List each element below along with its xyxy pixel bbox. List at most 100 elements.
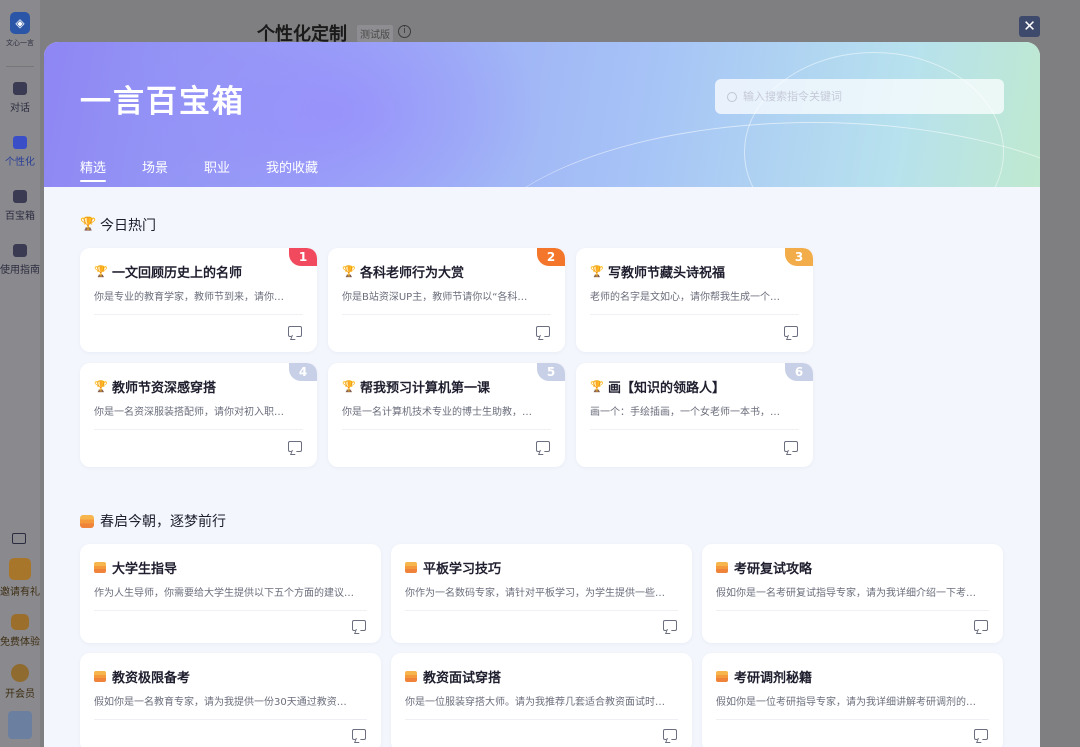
chat-icon[interactable] <box>352 729 366 740</box>
mail-icon[interactable] <box>12 533 26 544</box>
sidebar-item-label: 对话 <box>10 103 30 114</box>
stack-icon <box>405 562 417 573</box>
sidebar-promo-trial[interactable]: 免费体验 <box>0 614 40 648</box>
card-description: 老师的名字是文如心，请你帮我生成一个… <box>590 292 780 303</box>
close-button[interactable]: ✕ <box>1019 16 1040 37</box>
card-title: 🏆 写教师节藏头诗祝福 <box>590 262 725 281</box>
app-logo[interactable]: ◈ 文心一言 <box>0 12 40 48</box>
toolbox-modal: 一言百宝箱 精选 场景 职业 我的收藏 🏆 今日热门 🏆 一文回顾历史上的名师你是… <box>44 42 1040 747</box>
card-title-text: 画【知识的领路人】 <box>608 381 726 396</box>
trophy-icon: 🏆 <box>590 265 604 278</box>
rank-badge: 4 <box>289 363 317 381</box>
card-title-text: 考研复试攻略 <box>734 562 813 577</box>
chat-icon[interactable] <box>536 326 550 337</box>
beta-badge: 测试版 <box>357 25 393 42</box>
stack-icon <box>405 671 417 682</box>
card-description: 你是专业的教育学家，教师节到来，请你… <box>94 292 284 303</box>
promo-label: 开会员 <box>5 689 35 700</box>
info-icon[interactable]: i <box>398 25 411 38</box>
rank-badge: 1 <box>289 248 317 266</box>
card-divider <box>94 429 303 430</box>
card-divider <box>94 719 367 720</box>
card-title-text: 各科老师行为大赏 <box>360 266 465 281</box>
card-divider <box>590 429 799 430</box>
card-title: 🏆 各科老师行为大赏 <box>342 262 464 281</box>
hot-prompt-card[interactable]: 🏆 教师节资深感穿搭 你是一名资深服装搭配师，请你对初入职… 4 <box>80 363 317 467</box>
stack-icon <box>716 562 728 573</box>
sidebar-promo-vip[interactable]: 开会员 <box>0 664 40 700</box>
chat-icon[interactable] <box>288 326 302 337</box>
hot-prompt-card[interactable]: 🏆 各科老师行为大赏 你是B站资深UP主，教师节请你以“各科… 2 <box>328 248 565 352</box>
sidebar-item-chat[interactable]: 对话 <box>0 82 40 114</box>
chat-icon[interactable] <box>784 326 798 337</box>
card-divider <box>342 429 551 430</box>
card-description: 你是一名资深服装搭配师，请你对初入职… <box>94 407 284 418</box>
sidebar-item-guide[interactable]: 使用指南 <box>0 244 40 276</box>
card-divider <box>94 610 367 611</box>
chat-icon[interactable] <box>536 441 550 452</box>
sidebar-item-label: 使用指南 <box>0 265 40 276</box>
card-title: 🏆 画【知识的领路人】 <box>590 377 725 396</box>
hot-prompt-card[interactable]: 🏆 一文回顾历史上的名师 你是专业的教育学家，教师节到来，请你… 1 <box>80 248 317 352</box>
spring-prompt-card[interactable]: 平板学习技巧 你作为一名数码专家，请针对平板学习，为学生提供一些… <box>391 544 692 643</box>
chat-icon[interactable] <box>974 620 988 631</box>
tab-professions[interactable]: 职业 <box>204 157 230 187</box>
vip-diamond-icon <box>11 664 29 682</box>
card-divider <box>405 719 678 720</box>
card-description: 你作为一名数码专家，请针对平板学习，为学生提供一些… <box>405 588 665 599</box>
hot-prompt-card[interactable]: 🏆 帮我预习计算机第一课你是一名计算机技术专业的博士生助教，… 5 <box>328 363 565 467</box>
search-input[interactable] <box>743 86 993 106</box>
chat-icon[interactable] <box>663 620 677 631</box>
card-description: 你是一名计算机技术专业的博士生助教，… <box>342 407 532 418</box>
card-title-text: 教资面试穿搭 <box>423 671 502 686</box>
sidebar-divider <box>6 66 34 67</box>
section-title-spring: 春启今朝，逐梦前行 <box>80 511 226 531</box>
spring-prompt-card[interactable]: 教资极限备考假如你是一名教育专家，请为我提供一份30天通过教资… <box>80 653 381 747</box>
sidebar: ◈ 文心一言 对话 个性化 百宝箱 使用指南 邀请有礼 免费体验 开会员 <box>0 0 40 747</box>
sidebar-promo-invite[interactable]: 邀请有礼 <box>0 558 40 598</box>
search-box[interactable] <box>715 79 1004 114</box>
card-title: 大学生指导 <box>94 558 177 577</box>
card-title: 考研复试攻略 <box>716 558 812 577</box>
card-title-text: 大学生指导 <box>112 562 178 577</box>
card-title-text: 帮我预习计算机第一课 <box>360 381 491 396</box>
rank-badge: 5 <box>537 363 565 381</box>
sidebar-item-toolbox[interactable]: 百宝箱 <box>0 190 40 222</box>
card-divider <box>716 610 989 611</box>
tab-scenes[interactable]: 场景 <box>142 157 168 187</box>
chat-icon[interactable] <box>352 620 366 631</box>
section-title-text: 春启今朝，逐梦前行 <box>100 514 226 530</box>
card-title-text: 考研调剂秘籍 <box>734 671 813 686</box>
stack-icon <box>716 671 728 682</box>
card-title: 教资面试穿搭 <box>405 667 501 686</box>
spring-prompt-card[interactable]: 大学生指导 作为人生导师，你需要给大学生提供以下五个方面的建议… <box>80 544 381 643</box>
chat-icon[interactable] <box>784 441 798 452</box>
tab-featured[interactable]: 精选 <box>80 157 107 187</box>
card-divider <box>716 719 989 720</box>
spring-prompt-card[interactable]: 考研调剂秘籍 假如你是一位考研指导专家，请为我详细讲解考研调剂的… <box>702 653 1003 747</box>
chat-icon[interactable] <box>974 729 988 740</box>
hot-prompt-card[interactable]: 🏆 写教师节藏头诗祝福 老师的名字是文如心，请你帮我生成一个… 3 <box>576 248 813 352</box>
gift-icon <box>11 614 29 630</box>
tab-bar: 精选 场景 职业 我的收藏 <box>80 157 354 187</box>
hot-prompt-card[interactable]: 🏆 画【知识的领路人】 画一个：手绘插画，一个女老师一本书，… 6 <box>576 363 813 467</box>
section-title-hot: 🏆 今日热门 <box>80 215 156 235</box>
card-description: 假如你是一名教育专家，请为我提供一份30天通过教资… <box>94 697 347 708</box>
trophy-icon: 🏆 <box>590 380 604 393</box>
card-title-text: 写教师节藏头诗祝福 <box>608 266 726 281</box>
chat-icon[interactable] <box>663 729 677 740</box>
sidebar-item-personalize[interactable]: 个性化 <box>0 136 40 168</box>
stack-icon <box>94 671 106 682</box>
stack-icon <box>80 514 94 528</box>
tab-favorites[interactable]: 我的收藏 <box>266 157 318 187</box>
modal-header: 一言百宝箱 精选 场景 职业 我的收藏 <box>44 42 1040 187</box>
trophy-icon: 🏆 <box>342 380 356 393</box>
card-divider <box>590 314 799 315</box>
chat-icon[interactable] <box>288 441 302 452</box>
spring-prompt-card[interactable]: 教资面试穿搭 你是一位服装穿搭大师。请为我推荐几套适合教资面试时… <box>391 653 692 747</box>
chat-bubble-icon <box>13 82 27 95</box>
sidebar-item-label: 百宝箱 <box>5 211 35 222</box>
spring-prompt-card[interactable]: 考研复试攻略 假如你是一名考研复试指导专家，请为我详细介绍一下考… <box>702 544 1003 643</box>
avatar[interactable] <box>8 711 32 739</box>
card-title: 教资极限备考 <box>94 667 190 686</box>
